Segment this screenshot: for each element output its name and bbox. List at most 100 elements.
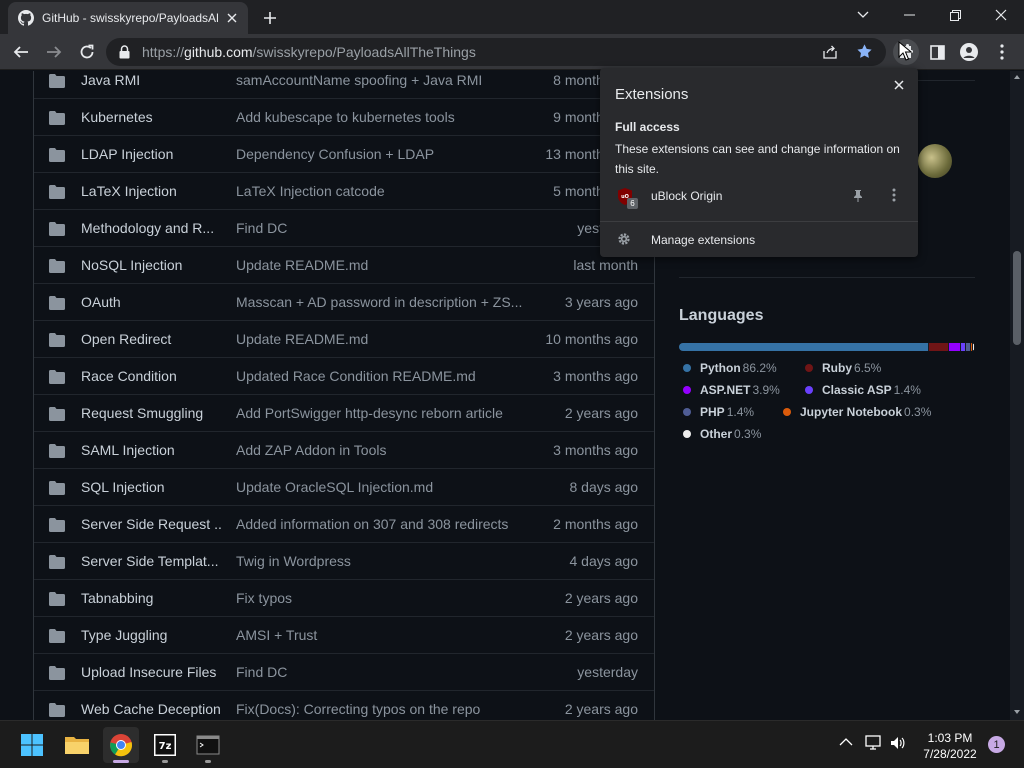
file-row[interactable]: Upload Insecure Files Find DC yesterday <box>34 653 654 690</box>
tab-close-icon[interactable] <box>224 10 240 26</box>
file-row[interactable]: Server Side Templat... Twig in Wordpress 4… <box>34 542 654 579</box>
file-row[interactable]: Kubernetes Add kubescape to kubernetes to… <box>34 98 654 135</box>
extension-more-kebab-icon[interactable] <box>892 188 896 207</box>
file-row[interactable]: SAML Injection Add ZAP Addon in Tools 3 mo… <box>34 431 654 468</box>
file-name-link[interactable]: LDAP Injection <box>81 146 221 162</box>
new-tab-plus-icon[interactable] <box>259 7 281 29</box>
language-item[interactable]: PHP 1.4% <box>683 405 754 419</box>
commit-message-link[interactable]: Twig in Wordpress <box>236 553 526 569</box>
minimize-icon[interactable] <box>886 0 932 30</box>
file-name-link[interactable]: Upload Insecure Files <box>81 664 221 680</box>
share-icon[interactable] <box>822 44 838 65</box>
commit-message-link[interactable]: Fix(Docs): Correcting typos on the repo <box>236 701 526 717</box>
file-name-link[interactable]: OAuth <box>81 294 221 310</box>
commit-message-link[interactable]: LaTeX Injection catcode <box>236 183 526 199</box>
extension-item-ublock-origin[interactable]: uO 6 uBlock Origin <box>600 182 918 212</box>
commit-message-link[interactable]: Fix typos <box>236 590 526 606</box>
file-name-link[interactable]: LaTeX Injection <box>81 183 221 199</box>
file-name-link[interactable]: Web Cache Deception <box>81 701 221 717</box>
scroll-up-arrow-icon[interactable] <box>1013 74 1021 80</box>
language-item[interactable]: Jupyter Notebook 0.3% <box>783 405 931 419</box>
file-row[interactable]: Request Smuggling Add PortSwigger http-de… <box>34 394 654 431</box>
language-item[interactable]: Other 0.3% <box>683 427 761 441</box>
language-item[interactable]: ASP.NET 3.9% <box>683 383 780 397</box>
commit-message-link[interactable]: Add ZAP Addon in Tools <box>236 442 526 458</box>
commit-message-link[interactable]: Find DC <box>236 664 526 680</box>
file-row[interactable]: Open Redirect Update README.md 10 months a… <box>34 320 654 357</box>
reload-icon[interactable] <box>74 39 100 65</box>
language-item[interactable]: Ruby 6.5% <box>805 361 881 375</box>
bookmark-star-icon[interactable] <box>856 43 873 65</box>
commit-message-link[interactable]: Update README.md <box>236 257 526 273</box>
language-item[interactable]: Classic ASP 1.4% <box>805 383 921 397</box>
back-arrow-icon[interactable] <box>8 39 34 65</box>
pin-icon[interactable] <box>851 189 865 208</box>
commit-message-link[interactable]: Add kubescape to kubernetes tools <box>236 109 526 125</box>
commit-message-link[interactable]: Masscan + AD password in description + Z… <box>236 294 526 310</box>
file-name-link[interactable]: Open Redirect <box>81 331 221 347</box>
browser-menu-kebab-icon[interactable] <box>989 39 1015 65</box>
commit-message-link[interactable]: AMSI + Trust <box>236 627 526 643</box>
file-name-link[interactable]: Methodology and R... <box>81 220 221 236</box>
browser-tab[interactable]: GitHub - swisskyrepo/PayloadsAllTheThing… <box>8 2 248 34</box>
file-row[interactable]: NoSQL Injection Update README.md last mont… <box>34 246 654 283</box>
tab-search-chevron-icon[interactable] <box>840 0 886 30</box>
terminal-icon[interactable] <box>190 727 226 763</box>
file-row[interactable]: Type Juggling AMSI + Trust 2 years ago <box>34 616 654 653</box>
contributor-avatar[interactable] <box>918 144 952 178</box>
file-name-link[interactable]: Race Condition <box>81 368 221 384</box>
file-row[interactable]: Web Cache Deception Fix(Docs): Correcting… <box>34 690 654 720</box>
commit-message-link[interactable]: Updated Race Condition README.md <box>236 368 526 384</box>
windows-start-icon[interactable] <box>14 727 50 763</box>
commit-message-link[interactable]: Added information on 307 and 308 redirec… <box>236 516 526 532</box>
network-icon[interactable] <box>864 734 882 752</box>
commit-message-link[interactable]: Add PortSwigger http-desync reborn artic… <box>236 405 526 421</box>
language-item[interactable]: Python 86.2% <box>683 361 777 375</box>
file-name-link[interactable]: Request Smuggling <box>81 405 221 421</box>
file-name-link[interactable]: SAML Injection <box>81 442 221 458</box>
file-name-link[interactable]: Kubernetes <box>81 109 221 125</box>
chrome-taskbar-icon[interactable] <box>103 727 139 763</box>
file-name-link[interactable]: SQL Injection <box>81 479 221 495</box>
lock-icon[interactable] <box>119 45 130 64</box>
taskbar-clock[interactable]: 1:03 PM 7/28/2022 <box>916 730 984 762</box>
commit-message-link[interactable]: Dependency Confusion + LDAP <box>236 146 526 162</box>
file-row[interactable]: LDAP Injection Dependency Confusion + LDA… <box>34 135 654 172</box>
scrollbar-thumb[interactable] <box>1013 251 1021 345</box>
forward-arrow-icon[interactable] <box>41 39 67 65</box>
file-row[interactable]: Java RMI samAccountName spoofing + Java R… <box>34 71 654 98</box>
file-explorer-icon[interactable] <box>59 727 95 763</box>
file-name-link[interactable]: Server Side Templat... <box>81 553 221 569</box>
url-text[interactable]: https://github.com/swisskyrepo/PayloadsA… <box>142 44 476 60</box>
notification-badge[interactable]: 1 <box>988 736 1005 753</box>
commit-message-link[interactable]: Update README.md <box>236 331 526 347</box>
commit-message-link[interactable]: Update OracleSQL Injection.md <box>236 479 526 495</box>
address-bar[interactable]: https://github.com/swisskyrepo/PayloadsA… <box>106 38 886 66</box>
file-name-link[interactable]: Type Juggling <box>81 627 221 643</box>
commit-message-link[interactable]: samAccountName spoofing + Java RMI <box>236 72 526 88</box>
file-row[interactable]: OAuth Masscan + AD password in descriptio… <box>34 283 654 320</box>
volume-icon[interactable] <box>889 734 907 752</box>
file-name-link[interactable]: NoSQL Injection <box>81 257 221 273</box>
window-close-icon[interactable] <box>978 0 1024 30</box>
side-panel-icon[interactable] <box>924 39 950 65</box>
file-row[interactable]: Race Condition Updated Race Condition REA… <box>34 357 654 394</box>
page-scrollbar[interactable] <box>1010 71 1024 720</box>
manage-extensions-button[interactable]: Manage extensions <box>600 226 918 254</box>
file-row[interactable]: Methodology and R...Find DCyesterday <box>34 209 654 246</box>
file-name-link[interactable]: Java RMI <box>81 72 221 88</box>
file-name-link[interactable]: Server Side Request ... <box>81 516 221 532</box>
file-row[interactable]: Tabnabbing Fix typos 2 years ago <box>34 579 654 616</box>
tray-chevron-up-icon[interactable] <box>839 735 853 749</box>
commit-message-link[interactable]: Find DC <box>236 220 526 236</box>
scroll-down-arrow-icon[interactable] <box>1013 709 1021 715</box>
restore-icon[interactable] <box>932 0 978 30</box>
profile-avatar-icon[interactable] <box>956 39 982 65</box>
7zip-icon[interactable]: 7z <box>147 727 183 763</box>
popup-close-icon[interactable] <box>888 74 910 96</box>
file-row[interactable]: Server Side Request ... Added information… <box>34 505 654 542</box>
url-scheme: https:// <box>142 44 185 60</box>
file-name-link[interactable]: Tabnabbing <box>81 590 221 606</box>
file-row[interactable]: LaTeX Injection LaTeX Injection catcode 5 … <box>34 172 654 209</box>
file-row[interactable]: SQL Injection Update OracleSQL Injection.… <box>34 468 654 505</box>
